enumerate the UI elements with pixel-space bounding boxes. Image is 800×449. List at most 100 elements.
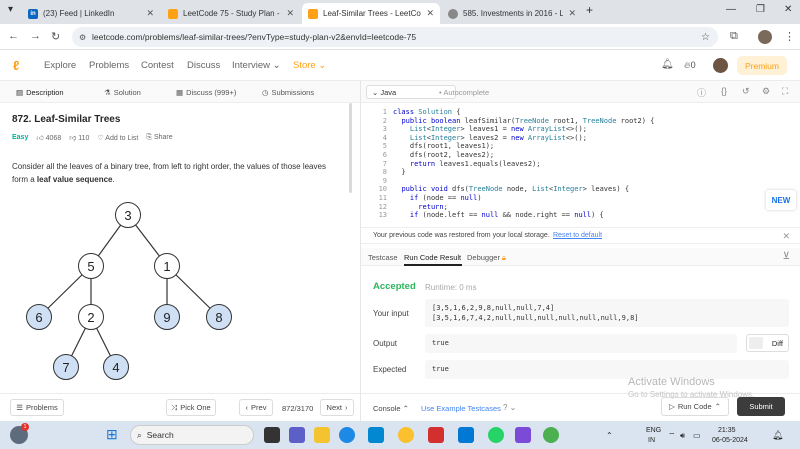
- tab-solution[interactable]: ⚗ Solution: [104, 88, 141, 97]
- problem-counter: 872/3170: [282, 404, 314, 413]
- diff-switch[interactable]: [749, 337, 763, 349]
- menu-icon[interactable]: ⋮: [784, 30, 795, 43]
- wifi-icon[interactable]: ⌔: [668, 431, 676, 441]
- profile-avatar[interactable]: [758, 30, 772, 44]
- tab-debugger[interactable]: Debugger 🔒︎: [467, 253, 506, 263]
- taskbar-search[interactable]: ⌕ Search: [130, 425, 254, 445]
- desc-bold: leaf value sequence: [36, 175, 113, 184]
- problems-list-button[interactable]: ☰ Problems: [10, 399, 64, 416]
- tab-investments[interactable]: 585. Investments in 2016 - Leet ✕: [442, 3, 582, 24]
- nav-discuss[interactable]: Discuss: [187, 60, 220, 71]
- bookmark-star-icon[interactable]: ☆: [701, 32, 710, 43]
- tab-run-code-result[interactable]: Run Code Result: [404, 253, 461, 262]
- bell-icon[interactable]: 🔔︎: [661, 59, 674, 70]
- premium-button[interactable]: Premium: [737, 56, 787, 75]
- tree-node: 1: [154, 253, 180, 279]
- speaker-icon[interactable]: 🔊︎: [680, 431, 685, 441]
- tab-discuss[interactable]: ▦ Discuss (999+): [176, 88, 236, 97]
- pick-one-button[interactable]: ⤨ Pick One: [166, 399, 216, 416]
- new-badge[interactable]: NEW: [766, 190, 796, 210]
- leetcode-icon: [308, 8, 318, 19]
- chrome-icon[interactable]: [543, 427, 559, 443]
- next-button[interactable]: Next ›: [320, 399, 354, 416]
- mcafee-icon[interactable]: [428, 427, 444, 443]
- back-icon[interactable]: ←: [8, 30, 19, 42]
- code-editor[interactable]: 1 class Solution {2 public boolean leafSi…: [361, 103, 800, 224]
- windows-start-icon[interactable]: ⊞: [106, 427, 118, 441]
- notifications-bell-icon[interactable]: 🔔︎: [772, 430, 783, 441]
- run-code-button[interactable]: ▷ Run Code ⌃: [661, 397, 729, 416]
- close-icon[interactable]: ✕: [426, 8, 434, 19]
- tab-submissions[interactable]: ◷ Submissions: [262, 88, 314, 97]
- prev-button[interactable]: ‹ Prev: [239, 399, 273, 416]
- fullscreen-icon[interactable]: ⛶: [782, 86, 788, 97]
- nav-interview[interactable]: Interview ⌄: [232, 60, 281, 71]
- chevron-up-icon: ⌃: [714, 402, 721, 411]
- nav-problems[interactable]: Problems: [89, 60, 129, 71]
- expected-label: Expected: [373, 365, 407, 374]
- code-line: return leaves1.equals(leaves2);: [409, 159, 541, 168]
- fire-streak[interactable]: 🔥︎0: [684, 60, 696, 71]
- close-icon[interactable]: ✕: [286, 8, 294, 19]
- nav-explore[interactable]: Explore: [44, 60, 76, 71]
- reset-to-default-link[interactable]: Reset to default: [553, 232, 602, 239]
- mail-icon[interactable]: [458, 427, 474, 443]
- chrome-canary-icon[interactable]: [398, 427, 414, 443]
- input-line: [3,5,1,6,2,9,8,null,null,7,4]: [432, 304, 555, 312]
- close-icon[interactable]: ✕: [782, 231, 790, 242]
- extensions-icon[interactable]: ⧉: [730, 30, 738, 43]
- avatar[interactable]: [713, 58, 728, 73]
- node-value: 4: [112, 359, 120, 375]
- help-icon[interactable]: ? ⌄: [503, 403, 516, 412]
- new-tab-button[interactable]: +: [586, 3, 593, 17]
- likes-count: 4068: [45, 135, 62, 142]
- tab-leetcode75[interactable]: LeetCode 75 - Study Plan - Leet ✕: [162, 3, 300, 24]
- tab-linkedin[interactable]: in (23) Feed | LinkedIn ✕: [22, 3, 160, 24]
- list-icon: ☰: [16, 403, 24, 412]
- close-icon[interactable]: ✕: [568, 8, 576, 19]
- pick-one-label: Pick One: [180, 403, 211, 412]
- tab-description[interactable]: ▤ Description: [16, 88, 64, 97]
- like-button[interactable]: 👍︎ 4068: [36, 133, 61, 142]
- battery-icon[interactable]: ▭: [693, 431, 701, 440]
- reload-icon[interactable]: ↻: [51, 30, 60, 43]
- url-input[interactable]: ⚙ leetcode.com/problems/leaf-similar-tre…: [72, 27, 718, 47]
- forward-icon[interactable]: →: [30, 30, 41, 42]
- maximize-icon[interactable]: ❐: [756, 4, 765, 15]
- bottom-left-bar: ☰ Problems ⤨ Pick One ‹ Prev 872/3170 Next ›: [0, 393, 360, 421]
- edge-icon[interactable]: [339, 427, 355, 443]
- settings-icon[interactable]: ⚙: [762, 86, 770, 97]
- leetcode-logo-icon[interactable]: ℓ: [13, 58, 19, 73]
- chevron-up-icon[interactable]: ⌃: [606, 431, 613, 440]
- teams-icon[interactable]: [289, 427, 305, 443]
- add-to-list-button[interactable]: ♡ Add to List: [97, 134, 138, 142]
- info-icon[interactable]: ⓘ: [697, 86, 706, 99]
- expected-box: true: [425, 360, 789, 379]
- language-indicator[interactable]: ENG: [646, 427, 661, 434]
- file-explorer-icon[interactable]: [314, 427, 330, 443]
- share-button[interactable]: ⎘ Share: [146, 134, 172, 142]
- tab-search-icon[interactable]: ▾: [8, 4, 13, 15]
- example-testcases-link[interactable]: Use Example Testcases: [421, 404, 501, 413]
- submit-button[interactable]: Submit: [737, 397, 785, 416]
- dislike-button[interactable]: 👎︎ 110: [69, 133, 89, 142]
- autocomplete-toggle[interactable]: • Autocomplete: [439, 88, 489, 97]
- site-info-icon[interactable]: ⚙: [79, 33, 86, 42]
- window-close-icon[interactable]: ✕: [784, 4, 792, 15]
- app-icon[interactable]: [515, 427, 531, 443]
- store-icon[interactable]: [368, 427, 384, 443]
- minimize-icon[interactable]: —: [726, 4, 736, 15]
- nav-store[interactable]: Store ⌄: [293, 60, 326, 71]
- tab-testcase[interactable]: Testcase: [368, 253, 398, 262]
- tab-leaf-similar[interactable]: Leaf-Similar Trees - LeetCode ✕: [302, 3, 440, 24]
- close-icon[interactable]: ✕: [146, 8, 154, 19]
- console-button[interactable]: Console ⌃: [373, 404, 409, 413]
- whatsapp-icon[interactable]: [488, 427, 504, 443]
- nav-contest[interactable]: Contest: [141, 60, 174, 71]
- reset-icon[interactable]: ↺: [742, 86, 750, 97]
- expand-icon[interactable]: ⊻: [783, 251, 790, 262]
- description-scrollbar[interactable]: [349, 103, 352, 193]
- clock-time[interactable]: 21:35: [718, 427, 736, 434]
- braces-icon[interactable]: {}: [721, 86, 727, 96]
- task-view-icon[interactable]: [264, 427, 280, 443]
